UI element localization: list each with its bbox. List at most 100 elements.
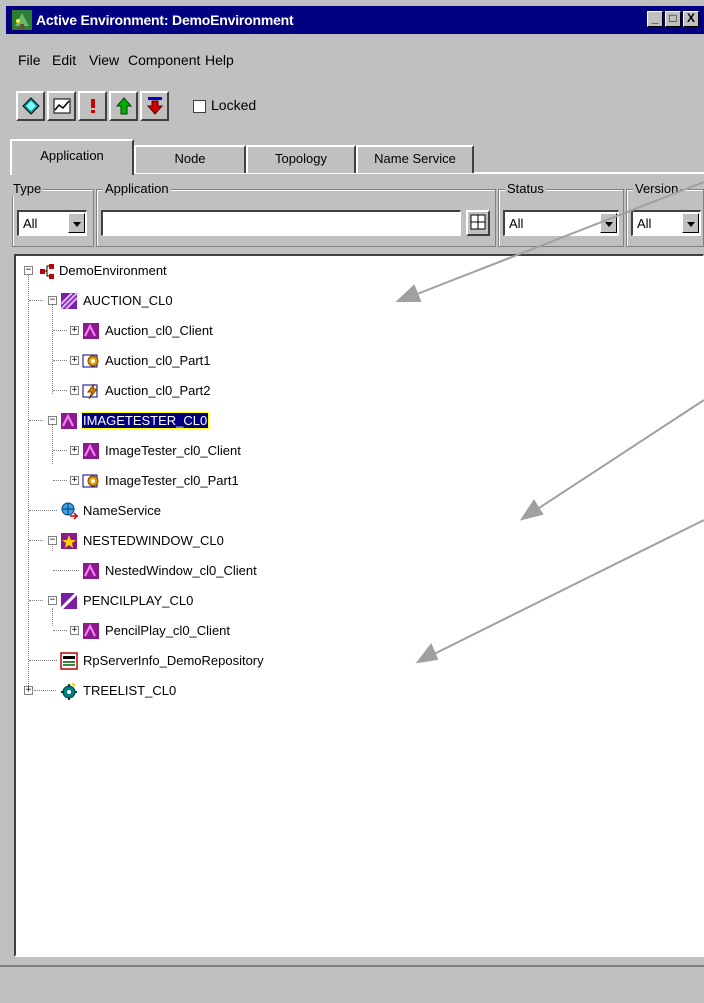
application-input[interactable]: [101, 210, 461, 236]
locked-label: Locked: [211, 97, 257, 113]
expand-toggle[interactable]: +: [70, 386, 79, 395]
diamond-icon: [22, 97, 40, 115]
tab-strip: Application Node Topology Name Service: [10, 139, 704, 175]
menu-bar: File Edit View Component Help: [6, 48, 696, 72]
status-dropdown-arrow[interactable]: [600, 213, 617, 233]
minimize-button[interactable]: _: [647, 11, 663, 27]
tab-topology[interactable]: Topology: [246, 145, 356, 173]
tree-node-label: Auction_cl0_Part1: [105, 353, 211, 368]
version-dropdown[interactable]: All: [631, 210, 701, 236]
collapse-toggle[interactable]: −: [24, 266, 33, 275]
expand-toggle[interactable]: +: [70, 356, 79, 365]
locked-checkbox[interactable]: [193, 100, 206, 113]
tree-node-label: PencilPlay_cl0_Client: [105, 623, 231, 638]
stop-button[interactable]: [140, 91, 169, 121]
environment-tree[interactable]: − DemoEnvironment − AUCTION_CL0 + Auctio…: [14, 254, 704, 957]
toolbar: Locked: [16, 91, 656, 125]
client-icon: [83, 323, 99, 339]
version-filter-group: Version All: [626, 181, 704, 247]
part-bolt-icon: [82, 383, 99, 400]
browse-button[interactable]: [466, 210, 490, 236]
start-button[interactable]: [109, 91, 138, 121]
menu-view[interactable]: View: [89, 52, 119, 68]
tree-node-label: NestedWindow_cl0_Client: [105, 563, 257, 578]
name-service-icon: [61, 502, 78, 520]
status-dropdown[interactable]: All: [503, 210, 619, 236]
tree-connector: [29, 600, 43, 601]
collapse-toggle[interactable]: −: [48, 296, 57, 305]
expand-toggle[interactable]: +: [70, 326, 79, 335]
tree-node-label: Auction_cl0_Client: [105, 323, 213, 338]
tree-node-label-selected: IMAGETESTER_CL0: [80, 412, 210, 429]
tree-node-label: RpServerInfo_DemoRepository: [83, 653, 264, 668]
down-arrow-icon: [146, 97, 164, 115]
collapse-toggle[interactable]: −: [48, 416, 57, 425]
type-dropdown[interactable]: All: [17, 210, 87, 236]
expand-toggle[interactable]: +: [70, 626, 79, 635]
refresh-button[interactable]: [16, 91, 45, 121]
type-dropdown-arrow[interactable]: [68, 213, 85, 233]
tree-node-label: NESTEDWINDOW_CL0: [83, 533, 224, 548]
tree-connector: [29, 300, 43, 301]
tree-connector: [52, 304, 53, 394]
gear-teal-icon: [61, 682, 77, 700]
tree-connector: [53, 450, 67, 451]
up-arrow-icon: [115, 97, 133, 115]
application-window: Active Environment: DemoEnvironment _ □ …: [0, 0, 704, 1003]
tree-connector: [53, 570, 79, 571]
grid-browse-icon: [470, 214, 486, 230]
tree-connector: [53, 360, 67, 361]
close-button[interactable]: X: [683, 11, 699, 27]
type-dropdown-value: All: [23, 216, 38, 231]
status-bar: [0, 965, 704, 1003]
partition-stripe-icon: [60, 292, 78, 310]
application-filter-label: Application: [103, 181, 171, 196]
collapse-toggle[interactable]: −: [48, 536, 57, 545]
tree-connector: [52, 608, 53, 626]
tree-connector: [28, 274, 29, 692]
tree-connector: [29, 540, 43, 541]
tree-node-label: Auction_cl0_Part2: [105, 383, 211, 398]
tree-node-label: ImageTester_cl0_Part1: [105, 473, 239, 488]
title-bar[interactable]: Active Environment: DemoEnvironment _ □ …: [6, 6, 704, 34]
status-dropdown-value: All: [509, 216, 524, 231]
type-filter-group: Type All: [11, 181, 94, 247]
tree-connector: [53, 390, 67, 391]
tree-connector: [29, 510, 57, 511]
tree-connector: [29, 420, 43, 421]
alert-button[interactable]: [78, 91, 107, 121]
collapse-toggle[interactable]: −: [48, 596, 57, 605]
tree-node-label: AUCTION_CL0: [83, 293, 173, 308]
client-icon: [83, 563, 99, 579]
client-icon: [61, 413, 77, 429]
expand-toggle[interactable]: +: [70, 476, 79, 485]
chart-button[interactable]: [47, 91, 76, 121]
menu-component[interactable]: Component: [128, 52, 200, 68]
maximize-button[interactable]: □: [665, 11, 681, 27]
tree-connector: [29, 660, 57, 661]
tab-application[interactable]: Application: [10, 139, 134, 175]
tree-node-label: PENCILPLAY_CL0: [83, 593, 194, 608]
tree-node-label: TREELIST_CL0: [83, 683, 177, 698]
tab-name-service[interactable]: Name Service: [356, 145, 474, 173]
server-info-icon: [60, 652, 78, 670]
exclamation-icon: [91, 99, 95, 113]
client-icon: [83, 443, 99, 459]
expand-toggle[interactable]: +: [70, 446, 79, 455]
menu-file[interactable]: File: [18, 52, 41, 68]
part-gear-icon: [82, 474, 99, 488]
window-title: Active Environment: DemoEnvironment: [36, 12, 294, 28]
environment-tree-icon: [12, 10, 32, 30]
tree-connector: [34, 690, 56, 691]
menu-help[interactable]: Help: [205, 52, 234, 68]
tree-node-label: ImageTester_cl0_Client: [105, 443, 241, 458]
tree-root-label: DemoEnvironment: [59, 263, 167, 278]
menu-edit[interactable]: Edit: [52, 52, 76, 68]
application-filter-group: Application: [96, 181, 496, 247]
tab-node[interactable]: Node: [134, 145, 246, 173]
expand-toggle[interactable]: +: [24, 686, 33, 695]
chart-icon: [53, 98, 71, 114]
partition-star-icon: [61, 533, 77, 549]
version-dropdown-arrow[interactable]: [682, 213, 699, 233]
status-filter-label: Status: [505, 181, 546, 196]
